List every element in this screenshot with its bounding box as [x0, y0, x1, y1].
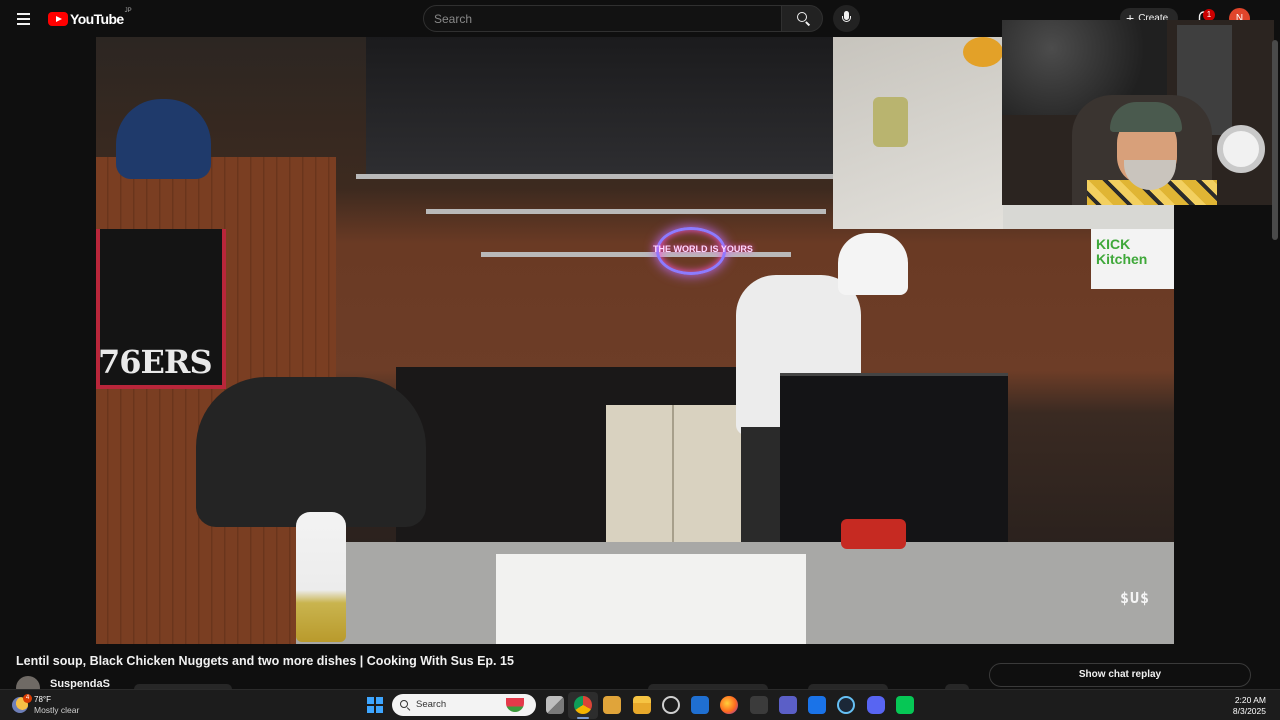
voice-search-button[interactable] — [833, 5, 860, 32]
outlook-icon[interactable] — [808, 696, 826, 714]
search-icon — [797, 12, 807, 22]
youtube-logo[interactable]: YouTube JP — [48, 8, 132, 28]
stream-watermark: $U$ — [1120, 589, 1151, 607]
copilot-icon[interactable] — [662, 696, 680, 714]
logo-region: JP — [124, 8, 132, 14]
cabinet — [606, 405, 741, 550]
chrome-icon[interactable] — [574, 696, 592, 714]
red-clamp — [841, 519, 906, 549]
kitchen-sign-text: KICK Kitchen — [1096, 236, 1148, 267]
watermelon-icon — [506, 698, 524, 712]
search-input[interactable] — [434, 11, 781, 26]
can — [873, 97, 908, 147]
bbq-smoker — [196, 377, 426, 527]
cutting-board — [496, 554, 806, 644]
bowl — [963, 37, 1003, 67]
weather-description[interactable]: Mostly clear — [34, 705, 79, 715]
taskbar-search[interactable]: Search — [392, 694, 536, 716]
line-icon[interactable] — [896, 696, 914, 714]
streamer-hat — [1110, 102, 1182, 132]
range-hood — [366, 37, 836, 177]
steam-icon[interactable] — [837, 696, 855, 714]
chef-hat — [838, 233, 908, 295]
hamburger-menu-icon[interactable] — [12, 7, 36, 31]
teams-icon[interactable] — [779, 696, 797, 714]
search-button[interactable] — [781, 5, 823, 32]
oil-bottle — [296, 512, 346, 642]
webcam-overlay — [1002, 20, 1274, 205]
windows-taskbar: 4 78°F Mostly clear Search 2:20 AM 8/3/2… — [0, 689, 1280, 720]
neon-sign-text: THE WORLD IS YOURS — [653, 244, 753, 254]
hanging-cap — [116, 99, 211, 179]
middle-shelf — [426, 209, 826, 214]
jersey-text: 76ERS — [98, 343, 213, 381]
weather-temperature[interactable]: 78°F — [34, 695, 51, 704]
taskbar-clock-time[interactable]: 2:20 AM — [1232, 695, 1266, 705]
weather-badge: 4 — [23, 694, 32, 703]
video-title: Lentil soup, Black Chicken Nuggets and t… — [16, 654, 514, 668]
ring-light — [1217, 125, 1265, 173]
windows-start-icon[interactable] — [367, 697, 383, 713]
notes-icon[interactable] — [603, 696, 621, 714]
page-scrollbar[interactable] — [1272, 40, 1278, 240]
taskbar-clock-date[interactable]: 8/3/2025 — [1220, 706, 1266, 716]
firefox-icon[interactable] — [720, 696, 738, 714]
discord-icon[interactable] — [867, 696, 885, 714]
task-view-icon[interactable] — [546, 696, 564, 714]
media-player-icon[interactable] — [750, 696, 768, 714]
search-icon — [400, 700, 408, 708]
youtube-play-icon — [48, 12, 68, 26]
file-explorer-icon[interactable] — [633, 696, 651, 714]
logo-text: YouTube — [70, 11, 124, 27]
show-chat-replay-button[interactable]: Show chat replay — [989, 663, 1251, 687]
remote-desktop-icon[interactable] — [691, 696, 709, 714]
active-app-indicator — [577, 717, 589, 719]
taskbar-search-label: Search — [416, 699, 447, 710]
search-box — [423, 5, 782, 32]
top-shelf — [356, 174, 836, 179]
